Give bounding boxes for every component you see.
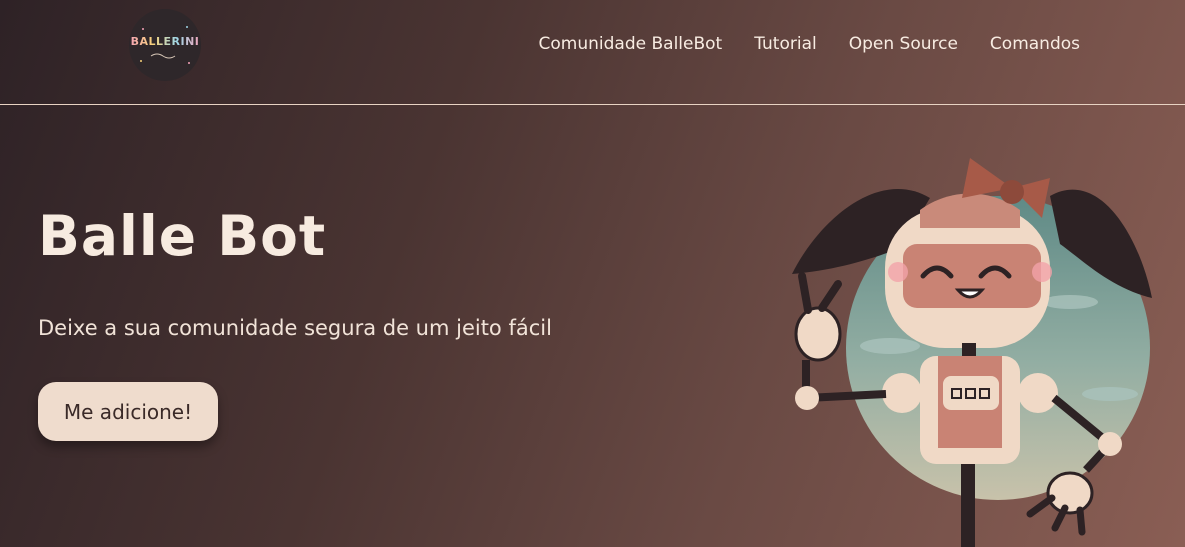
- robot-mascot-illustration: [792, 158, 1152, 547]
- nav-tutorial[interactable]: Tutorial: [754, 34, 817, 54]
- nav-comunidade[interactable]: Comunidade BalleBot: [539, 34, 723, 54]
- hero-title: Balle Bot: [38, 204, 327, 268]
- main-nav: Comunidade BalleBot Tutorial Open Source…: [539, 34, 1080, 54]
- add-bot-button[interactable]: Me adicione!: [38, 382, 218, 441]
- logo-text: BALLERINI: [130, 35, 200, 48]
- logo[interactable]: BALLERINI: [129, 9, 201, 81]
- nav-open-source[interactable]: Open Source: [849, 34, 958, 54]
- site-header: BALLERINI Comunidade BalleBot Tutorial O…: [0, 0, 1185, 105]
- nav-comandos[interactable]: Comandos: [990, 34, 1080, 54]
- hero-subtitle: Deixe a sua comunidade segura de um jeit…: [38, 316, 552, 340]
